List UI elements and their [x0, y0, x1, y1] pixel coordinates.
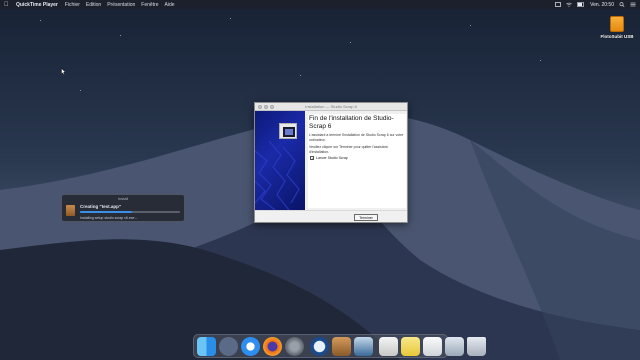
quicktime-icon[interactable] [310, 336, 329, 356]
install-status-message: Creating "test.app" [80, 204, 122, 209]
window-controls [258, 105, 274, 109]
menu-presentation[interactable]: Présentation [107, 2, 135, 8]
launchpad-icon[interactable] [219, 336, 238, 356]
archive-utility-icon[interactable] [354, 336, 373, 356]
install-progress-bar [80, 211, 180, 213]
setup-content-panel: Fin de l'installation de Studio-Scrap 6 … [308, 114, 406, 208]
usb-drive-icon [610, 16, 624, 32]
setup-title-bar[interactable]: Installation — Studio Scrap 6 [255, 103, 407, 111]
firefox-icon[interactable] [263, 336, 282, 356]
menu-app-name[interactable]: QuickTime Player [16, 2, 58, 8]
menu-fichier[interactable]: Fichier [65, 2, 80, 8]
finder-icon[interactable] [197, 336, 216, 356]
notes-icon[interactable] [401, 336, 420, 356]
safari-icon[interactable] [241, 336, 260, 356]
launch-app-checkbox[interactable]: ✓ [310, 156, 314, 161]
studio-scrap-logo-icon [279, 123, 297, 139]
install-progress-fill [80, 211, 132, 213]
setup-heading: Fin de l'installation de Studio-Scrap 6 [309, 115, 394, 130]
installer-icon[interactable] [332, 336, 351, 356]
downloads-icon[interactable] [445, 336, 464, 356]
usb-drive-label: FlotoSubit USB [600, 34, 634, 39]
launch-app-checkbox-label[interactable]: Lancer Studio Scrap [316, 156, 348, 160]
spotlight-icon[interactable] [619, 2, 625, 7]
minimize-window-button[interactable] [264, 105, 268, 109]
wifi-icon[interactable] [566, 2, 572, 7]
menu-fenetre[interactable]: Fenêtre [141, 2, 158, 8]
setup-sidebar-banner [255, 111, 305, 210]
install-progress-dialog: Install Creating "test.app" Installing s… [61, 194, 185, 222]
menu-aide[interactable]: Aide [165, 2, 175, 8]
trash-icon[interactable] [467, 336, 486, 356]
setup-paragraph-finish: Veuillez cliquer sur Terminer pour quitt… [309, 145, 388, 154]
setup-footer: Terminer [255, 210, 407, 222]
apple-menu-icon[interactable]:  [4, 2, 10, 8]
menu-edition[interactable]: Edition [86, 2, 101, 8]
mail-icon[interactable] [423, 336, 442, 356]
mouse-cursor-icon [61, 68, 66, 75]
setup-wizard-window: Installation — Studio Scrap 6 Fin de l'i… [254, 102, 408, 223]
dock [193, 334, 486, 358]
package-icon [66, 205, 75, 216]
screen-record-icon[interactable] [555, 2, 561, 7]
system-preferences-icon[interactable] [285, 336, 304, 356]
notification-center-icon[interactable] [630, 2, 636, 7]
zoom-window-button[interactable] [270, 105, 274, 109]
install-status-detail: Installing setup studio scrap v6.exe... [80, 216, 138, 220]
install-dialog-title: Install [117, 196, 129, 201]
battery-icon[interactable] [577, 2, 585, 7]
preview-icon[interactable] [379, 336, 398, 356]
finish-button[interactable]: Terminer [354, 214, 378, 221]
usb-drive-desktop-item[interactable]: FlotoSubit USB [600, 16, 634, 39]
menu-extras: Ven. 20:50 [555, 2, 636, 8]
setup-paragraph-complete: L'assistant a terminé l'installation de … [309, 133, 404, 142]
menu-bar:  QuickTime Player Fichier Edition Prése… [0, 0, 640, 9]
close-window-button[interactable] [258, 105, 262, 109]
setup-window-title: Installation — Studio Scrap 6 [305, 104, 357, 109]
menu-clock[interactable]: Ven. 20:50 [590, 2, 614, 8]
launch-app-checkbox-row[interactable]: ✓ Lancer Studio Scrap [310, 156, 406, 161]
